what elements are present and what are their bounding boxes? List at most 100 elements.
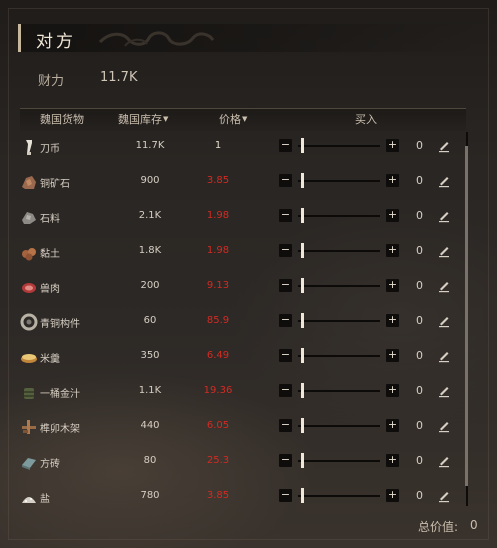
edit-pencil-icon[interactable] — [436, 278, 452, 294]
header-goods: 魏国货物 — [40, 113, 84, 126]
quantity-slider-thumb[interactable] — [301, 348, 304, 363]
quantity-slider-track[interactable] — [298, 495, 380, 497]
increase-button[interactable]: + — [386, 454, 399, 467]
decrease-button[interactable]: − — [279, 384, 292, 397]
decrease-button[interactable]: − — [279, 489, 292, 502]
quantity-slider-track[interactable] — [298, 180, 380, 182]
quantity-slider-thumb[interactable] — [301, 418, 304, 433]
scrollbar-thumb[interactable] — [465, 146, 468, 486]
edit-pencil-icon[interactable] — [436, 418, 452, 434]
increase-button[interactable]: + — [386, 419, 399, 432]
rice-porridge-icon — [21, 354, 37, 363]
edit-pencil-icon[interactable] — [436, 243, 452, 259]
header-price[interactable]: 价格▼ — [219, 111, 247, 127]
goods-name: 兽肉 — [40, 284, 60, 295]
list-item: 兽肉 200 9.13 − +0 — [20, 270, 466, 305]
quantity-slider-thumb[interactable] — [301, 243, 304, 258]
goods-price: 6.05 — [206, 420, 230, 431]
decrease-button[interactable]: − — [279, 314, 292, 327]
quantity-slider-thumb[interactable] — [301, 278, 304, 293]
decrease-button[interactable]: − — [279, 244, 292, 257]
decrease-button[interactable]: − — [279, 279, 292, 292]
edit-pencil-icon[interactable] — [436, 348, 452, 364]
goods-name: 方砖 — [40, 459, 60, 470]
decrease-button[interactable]: − — [279, 174, 292, 187]
edit-pencil-icon[interactable] — [436, 313, 452, 329]
edit-pencil-icon[interactable] — [436, 383, 452, 399]
goods-stock: 440 — [140, 420, 160, 431]
goods-price: 1.98 — [206, 210, 230, 221]
goods-price: 3.85 — [206, 490, 230, 501]
increase-button[interactable]: + — [386, 489, 399, 502]
cloud-ornament-icon — [98, 31, 215, 47]
list-item: 铜矿石 900 3.85 − +0 — [20, 165, 466, 200]
decrease-button[interactable]: − — [279, 209, 292, 222]
goods-name: 石料 — [40, 214, 60, 225]
decrease-button[interactable]: − — [279, 419, 292, 432]
edit-pencil-icon[interactable] — [436, 208, 452, 224]
title-accent — [18, 24, 21, 52]
caret-down-icon: ▼ — [242, 115, 248, 123]
quantity-slider-thumb[interactable] — [301, 488, 304, 503]
decrease-button[interactable]: − — [279, 454, 292, 467]
quantity-slider-thumb[interactable] — [301, 208, 304, 223]
buy-quantity: 0 — [416, 349, 423, 362]
quantity-slider-thumb[interactable] — [301, 383, 304, 398]
header-stock[interactable]: 魏国库存▼ — [118, 111, 168, 127]
quantity-slider-thumb[interactable] — [301, 138, 304, 153]
increase-button[interactable]: + — [386, 244, 399, 257]
goods-name: 一桶金汁 — [40, 389, 80, 400]
increase-button[interactable]: + — [386, 209, 399, 222]
goods-name: 青铜构件 — [40, 319, 80, 330]
buy-quantity: 0 — [416, 139, 423, 152]
list-item: 石料 2.1K 1.98 − +0 — [20, 200, 466, 235]
quantity-slider-thumb[interactable] — [301, 453, 304, 468]
copper-ore-icon — [22, 176, 36, 189]
edit-pencil-icon[interactable] — [436, 173, 452, 189]
goods-price: 9.13 — [206, 280, 230, 291]
increase-button[interactable]: + — [386, 174, 399, 187]
quantity-slider-track[interactable] — [298, 145, 380, 147]
gold-juice-icon — [24, 388, 34, 399]
quantity-slider-track[interactable] — [298, 250, 380, 252]
edit-pencil-icon[interactable] — [436, 138, 452, 154]
edit-pencil-icon[interactable] — [436, 453, 452, 469]
quantity-slider-track[interactable] — [298, 320, 380, 322]
goods-stock: 11.7K — [135, 140, 165, 151]
quantity-slider-track[interactable] — [298, 355, 380, 357]
quantity-slider-track[interactable] — [298, 425, 380, 427]
buy-quantity: 0 — [416, 419, 423, 432]
quantity-slider-track[interactable] — [298, 215, 380, 217]
goods-name: 刀币 — [40, 144, 60, 155]
goods-price: 25.3 — [206, 455, 230, 466]
salt-icon — [22, 497, 36, 503]
increase-button[interactable]: + — [386, 314, 399, 327]
goods-price: 1 — [214, 140, 222, 151]
list-item: 黏土 1.8K 1.98 − +0 — [20, 235, 466, 270]
total-value: 0 — [470, 518, 478, 532]
wealth-label: 财力 — [38, 74, 65, 89]
increase-button[interactable]: + — [386, 384, 399, 397]
decrease-button[interactable]: − — [279, 139, 292, 152]
increase-button[interactable]: + — [386, 279, 399, 292]
goods-stock: 900 — [140, 175, 160, 186]
goods-price: 6.49 — [206, 350, 230, 361]
quantity-slider-thumb[interactable] — [301, 173, 304, 188]
goods-price: 1.98 — [206, 245, 230, 256]
goods-name: 黏土 — [40, 249, 60, 260]
increase-button[interactable]: + — [386, 349, 399, 362]
edit-pencil-icon[interactable] — [436, 488, 452, 504]
increase-button[interactable]: + — [386, 139, 399, 152]
quantity-slider-track[interactable] — [298, 285, 380, 287]
quantity-slider-track[interactable] — [298, 460, 380, 462]
goods-name: 榫卯木架 — [40, 424, 80, 435]
quantity-slider-thumb[interactable] — [301, 313, 304, 328]
list-item: 榫卯木架 440 6.05 − +0 — [20, 410, 466, 445]
quantity-slider-track[interactable] — [298, 390, 380, 392]
goods-name: 米羹 — [40, 354, 60, 365]
goods-price: 19.36 — [203, 385, 233, 396]
buy-quantity: 0 — [416, 244, 423, 257]
buy-quantity: 0 — [416, 384, 423, 397]
total-value-label: 总价值: — [418, 520, 459, 534]
decrease-button[interactable]: − — [279, 349, 292, 362]
